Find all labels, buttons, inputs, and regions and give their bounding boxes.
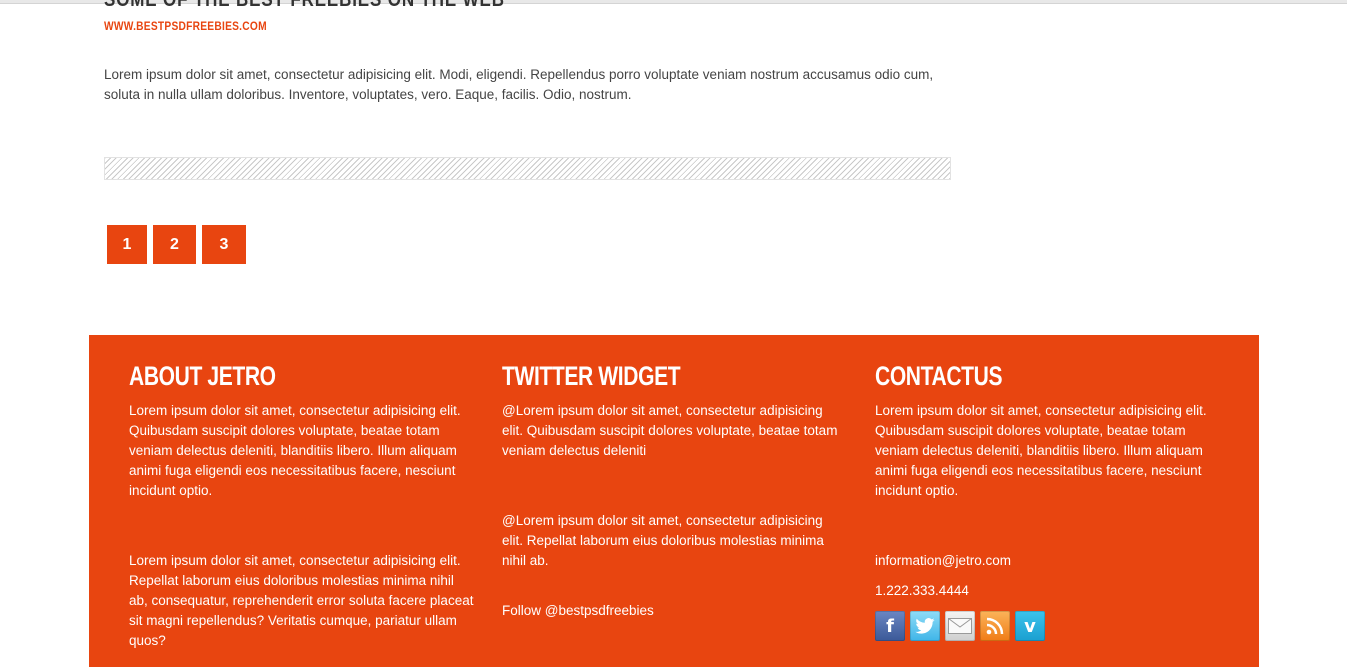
hatched-divider — [104, 157, 951, 180]
social-icons: f v — [875, 611, 1045, 641]
mail-icon[interactable] — [945, 611, 975, 641]
post-title: Some of the best freebies on the web — [104, 0, 505, 11]
contact-phone: 1.222.333.4444 — [875, 583, 969, 598]
twitter-heading: Twitter Widget — [502, 361, 681, 391]
about-heading: About Jetro — [129, 361, 276, 391]
pagination: 1 2 3 — [107, 225, 246, 264]
footer: About Jetro Lorem ipsum dolor sit amet, … — [89, 335, 1259, 667]
page-2-button[interactable]: 2 — [153, 225, 196, 264]
post-source-link[interactable]: WWW.BESTPSDFREEBIES.COM — [104, 19, 267, 33]
about-paragraph-1: Lorem ipsum dolor sit amet, consectetur … — [129, 403, 461, 498]
rss-icon[interactable] — [980, 611, 1010, 641]
tweet-1: @Lorem ipsum dolor sit amet, consectetur… — [502, 403, 838, 458]
page-3-button[interactable]: 3 — [202, 225, 246, 264]
post-excerpt: Lorem ipsum dolor sit amet, consectetur … — [104, 67, 934, 102]
contact-heading: Contactus — [875, 361, 1003, 391]
tweet-2: @Lorem ipsum dolor sit amet, consectetur… — [502, 513, 824, 568]
contact-email[interactable]: information@jetro.com — [875, 551, 1220, 571]
about-paragraph-2: Lorem ipsum dolor sit amet, consectetur … — [129, 553, 474, 648]
twitter-icon[interactable] — [910, 611, 940, 641]
follow-link[interactable]: Follow @bestpsdfreebies — [502, 601, 847, 621]
vimeo-icon[interactable]: v — [1015, 611, 1045, 641]
page-1-button[interactable]: 1 — [107, 225, 147, 264]
contact-paragraph: Lorem ipsum dolor sit amet, consectetur … — [875, 403, 1207, 498]
facebook-icon[interactable]: f — [875, 611, 905, 641]
